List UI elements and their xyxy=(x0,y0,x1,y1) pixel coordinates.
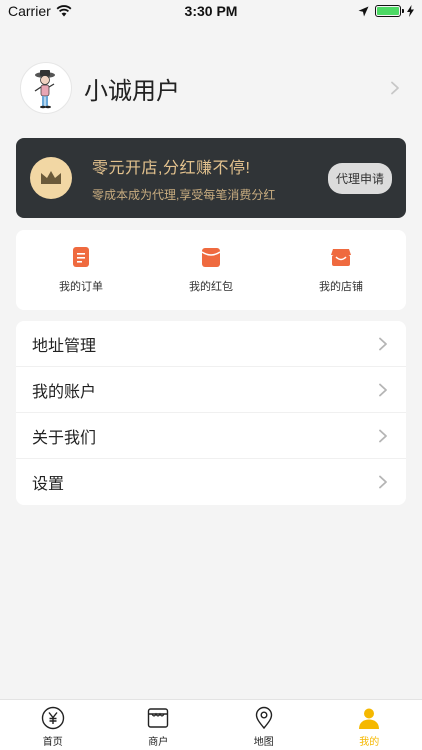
menu-item-account[interactable]: 我的账户 xyxy=(16,367,406,413)
banner-title: 零元开店,分红赚不停! xyxy=(92,159,251,177)
quick-item-red-packet[interactable]: 我的红包 xyxy=(161,246,261,294)
avatar[interactable] xyxy=(20,62,72,114)
menu-item-settings[interactable]: 设置 xyxy=(16,459,406,505)
chevron-right-icon xyxy=(379,337,387,350)
quick-actions: 我的订单 我的红包 我的店铺 xyxy=(16,230,406,310)
tab-label-home: 首页 xyxy=(42,737,63,748)
carrier-label: Carrier xyxy=(8,3,51,19)
username: 小诚用户 xyxy=(84,77,180,105)
location-pin-icon xyxy=(255,706,272,730)
red-packet-icon xyxy=(201,248,221,267)
agent-banner: 零元开店,分红赚不停! 零成本成为代理,享受每笔消费分红 代理申请 xyxy=(16,138,406,218)
tab-map[interactable]: 地图 xyxy=(211,700,317,750)
profile-header[interactable]: 小诚用户 xyxy=(20,60,402,116)
charging-bolt-icon xyxy=(407,5,414,17)
tab-merchants[interactable]: 商户 xyxy=(106,700,212,750)
quick-label-red-packet: 我的红包 xyxy=(189,281,233,293)
settings-menu: 地址管理 我的账户 关于我们 设置 xyxy=(16,321,406,505)
tab-mine[interactable]: 我的 xyxy=(317,700,422,750)
yen-icon xyxy=(41,706,64,730)
location-arrow-icon xyxy=(358,6,369,16)
chevron-right-icon xyxy=(379,383,387,396)
chevron-right-icon xyxy=(391,81,399,95)
person-icon xyxy=(359,708,380,729)
quick-item-orders[interactable]: 我的订单 xyxy=(31,246,131,294)
order-icon xyxy=(73,247,89,267)
banner-subtitle: 零成本成为代理,享受每笔消费分红 xyxy=(92,187,276,202)
menu-item-about[interactable]: 关于我们 xyxy=(16,413,406,459)
tab-label-merchants: 商户 xyxy=(148,737,169,748)
crown-badge xyxy=(30,157,72,199)
chevron-right-icon xyxy=(379,429,387,442)
status-left: Carrier xyxy=(8,3,72,19)
wifi-icon xyxy=(56,5,72,17)
quick-item-shop[interactable]: 我的店铺 xyxy=(291,246,391,294)
banner-text: 零元开店,分红赚不停! 零成本成为代理,享受每笔消费分红 xyxy=(92,154,328,203)
menu-label-account: 我的账户 xyxy=(32,383,97,401)
menu-label-settings: 设置 xyxy=(32,476,65,493)
crown-icon xyxy=(41,171,61,184)
menu-label-about: 关于我们 xyxy=(32,429,97,447)
storefront-icon xyxy=(148,708,169,728)
shop-icon xyxy=(331,249,351,266)
agent-apply-button[interactable]: 代理申请 xyxy=(327,162,392,194)
quick-label-orders: 我的订单 xyxy=(59,281,103,293)
status-bar: Carrier 3:30 PM xyxy=(0,0,422,22)
quick-label-shop: 我的店铺 xyxy=(319,281,363,293)
status-right xyxy=(358,5,414,17)
menu-item-address[interactable]: 地址管理 xyxy=(16,321,406,367)
tab-label-mine: 我的 xyxy=(359,737,380,748)
tab-label-map: 地图 xyxy=(253,737,274,748)
tab-home[interactable]: 首页 xyxy=(0,700,106,750)
tab-bar: 首页 商户 地图 我的 xyxy=(0,699,422,750)
avatar-illustration-icon xyxy=(34,70,55,109)
chevron-right-icon xyxy=(379,475,387,489)
menu-label-address: 地址管理 xyxy=(32,337,97,355)
battery-icon xyxy=(375,5,404,17)
